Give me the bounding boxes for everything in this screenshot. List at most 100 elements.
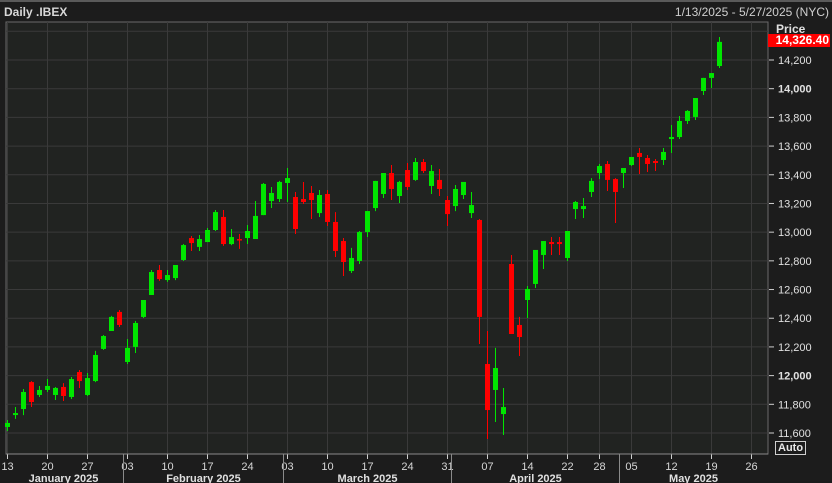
candle-up xyxy=(565,231,570,261)
candle-up xyxy=(205,227,210,243)
date-label: 12 xyxy=(665,461,677,473)
candle-body xyxy=(333,221,338,251)
candle-body xyxy=(133,322,138,347)
candle-body xyxy=(717,41,722,67)
month-label: March 2025 xyxy=(338,473,398,483)
date-label: 28 xyxy=(593,461,605,473)
month-label: May 2025 xyxy=(669,473,718,483)
candle-body xyxy=(405,170,410,187)
candle-body xyxy=(709,73,714,78)
candle-body xyxy=(701,77,706,91)
candle-body xyxy=(101,336,106,349)
candle-body xyxy=(181,245,186,260)
date-label: 27 xyxy=(81,461,93,473)
candle-body xyxy=(461,181,466,195)
candle-body xyxy=(197,239,202,247)
date-axis: 13 20 27 03 10 17 24 03 10 17 24 31 07 14 22 28 05 12 19 26… xyxy=(1,453,768,483)
candle-body xyxy=(565,231,570,258)
candle-body xyxy=(261,183,266,216)
candle-body xyxy=(669,137,674,140)
candle-body xyxy=(269,192,274,202)
candle-body xyxy=(509,264,514,335)
candle-body xyxy=(325,193,330,222)
candle-body xyxy=(189,238,194,244)
candle-body xyxy=(349,257,354,272)
candle-up xyxy=(173,265,178,281)
candle-up xyxy=(93,350,98,383)
date-label: 10 xyxy=(321,461,333,473)
candle-body xyxy=(21,391,26,410)
price-label: 11,800 xyxy=(778,399,811,411)
candle-body xyxy=(253,215,258,240)
candle-up xyxy=(261,182,266,216)
candle-body xyxy=(525,288,530,301)
candle-body xyxy=(13,413,18,416)
candle-body xyxy=(205,230,210,243)
candle-body xyxy=(685,110,690,121)
candle-body xyxy=(677,120,682,138)
candle-body xyxy=(613,179,618,192)
candle-body xyxy=(645,157,650,165)
candle-body xyxy=(469,205,474,214)
last-price-badge: 14,326.40 xyxy=(768,34,830,47)
auto-scale-button[interactable]: Auto xyxy=(775,441,807,455)
candle-body xyxy=(245,231,250,239)
candle-body xyxy=(301,199,306,203)
candle-body xyxy=(53,387,58,395)
candle-down xyxy=(325,189,330,226)
candle-body xyxy=(141,300,146,317)
price-label: 12,400 xyxy=(778,313,812,325)
candle-body xyxy=(229,237,234,245)
date-label: 24 xyxy=(401,461,413,473)
candle-body xyxy=(493,368,498,390)
candle-body xyxy=(165,275,170,281)
candle-body xyxy=(549,242,554,245)
candle-body xyxy=(485,363,490,411)
candle-up xyxy=(109,315,114,331)
candle-body xyxy=(693,98,698,117)
candle-body xyxy=(437,179,442,189)
candle-body xyxy=(69,379,74,397)
candle-up xyxy=(357,231,362,265)
date-label: 17 xyxy=(201,461,213,473)
date-label: 20 xyxy=(41,461,53,473)
candle-body xyxy=(373,180,378,209)
date-label: 07 xyxy=(481,461,493,473)
date-label: 13 xyxy=(1,461,13,473)
candle-body xyxy=(397,181,402,197)
candle-body xyxy=(61,386,66,396)
candle-up xyxy=(181,244,186,261)
price-label: 13,600 xyxy=(778,141,812,153)
candle-up xyxy=(533,249,538,288)
candle-body xyxy=(501,407,506,415)
price-label: 13,800 xyxy=(778,112,812,124)
date-label: 19 xyxy=(705,461,717,473)
candle-body xyxy=(221,216,226,245)
candle-body xyxy=(421,162,426,172)
candle-body xyxy=(149,272,154,295)
candle-body xyxy=(317,194,322,214)
candle-body xyxy=(413,162,418,180)
date-label: 24 xyxy=(241,461,253,473)
candle-body xyxy=(93,354,98,382)
candle-body xyxy=(109,316,114,331)
candle-body xyxy=(365,211,370,233)
price-label: 12,200 xyxy=(778,342,812,354)
candlestick-chart[interactable]: 14,200 14,000 13,800 13,600 13,400 13,200 13,0… xyxy=(0,2,832,483)
candle-body xyxy=(341,241,346,262)
candle-body xyxy=(157,270,162,280)
candle-up xyxy=(141,300,146,318)
candle-body xyxy=(557,242,562,245)
candle-body xyxy=(29,382,34,403)
candle-body xyxy=(173,265,178,279)
candle-body xyxy=(637,152,642,157)
candle-up xyxy=(629,156,634,167)
price-label: 13,200 xyxy=(778,198,812,210)
candle-body xyxy=(581,206,586,210)
candle-body xyxy=(389,173,394,189)
candle-body xyxy=(445,200,450,215)
date-label: 05 xyxy=(625,461,637,473)
price-label: 12,600 xyxy=(778,285,812,297)
candle-up xyxy=(213,210,218,232)
candle-body xyxy=(125,347,130,362)
